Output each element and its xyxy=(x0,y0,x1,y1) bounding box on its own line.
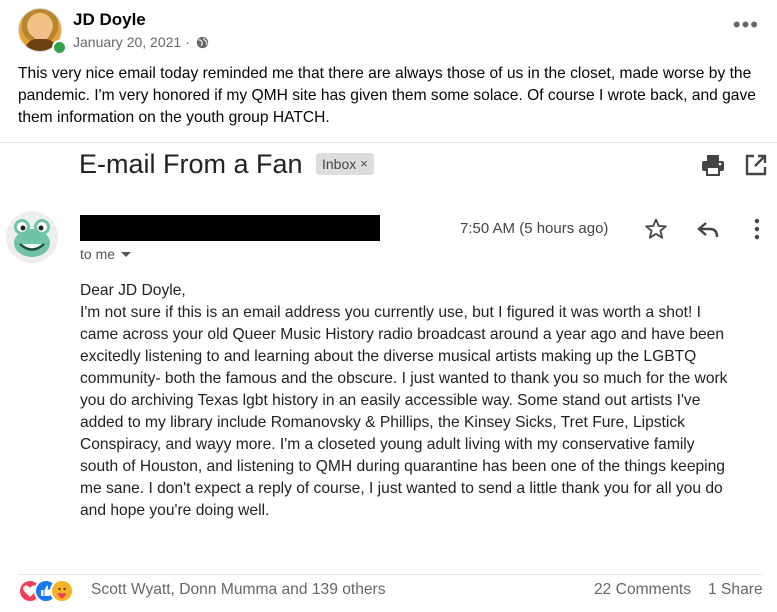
email-body-line: Dear JD Doyle, xyxy=(80,282,186,299)
email-timestamp: 7:50 AM (5 hours ago) xyxy=(460,220,609,237)
email-body-line: added to my library include Romanovsky &… xyxy=(80,414,685,431)
email-body-line: came across your old Queer Music History… xyxy=(80,326,725,343)
post-text: This very nice email today reminded me t… xyxy=(18,65,756,126)
email-body-line: Conspiracy, and wayy more. I'm a closete… xyxy=(80,436,695,453)
email-body: Dear JD Doyle, I'm not sure if this is a… xyxy=(80,280,770,522)
post-header: JD Doyle January 20, 2021 · ••• xyxy=(18,8,763,56)
print-icon[interactable] xyxy=(700,153,726,177)
open-in-new-window-icon[interactable] xyxy=(744,153,768,177)
chevron-down-icon[interactable] xyxy=(121,251,132,257)
more-options-icon[interactable]: ••• xyxy=(733,14,759,36)
frog-avatar-icon xyxy=(6,211,58,263)
redacted-sender-name xyxy=(80,215,380,241)
email-subject: E-mail From a Fan xyxy=(79,149,303,179)
post-date[interactable]: January 20, 2021 xyxy=(73,34,181,50)
meta-separator: · xyxy=(185,34,190,50)
reply-icon[interactable] xyxy=(696,219,720,241)
inbox-chip-label: Inbox xyxy=(322,156,357,172)
reactions-bar: Scott Wyatt, Donn Mumma and 139 others 2… xyxy=(18,574,763,603)
email-screenshot: E-mail From a Fan Inbox × 7:50 AM (5 hou… xyxy=(0,142,777,561)
email-body-line: community- both the famous and the obscu… xyxy=(80,370,728,387)
to-me-label: to me xyxy=(80,246,116,262)
remove-label-icon[interactable]: × xyxy=(360,153,368,175)
more-vertical-icon[interactable] xyxy=(752,217,762,241)
globe-icon[interactable] xyxy=(196,36,209,49)
comments-count[interactable]: 22 Comments xyxy=(594,581,691,599)
email-body-line: and hope you're doing well. xyxy=(80,502,270,519)
email-body-line: you do archiving Texas lgbt history in a… xyxy=(80,392,701,409)
care-reaction-icon xyxy=(50,579,74,603)
shares-count[interactable]: 1 Share xyxy=(708,581,763,599)
inbox-label-chip[interactable]: Inbox × xyxy=(316,153,374,175)
email-body-line: south of Houston, and listening to QMH d… xyxy=(80,458,725,475)
email-body-line: excitedly listening to and learning abou… xyxy=(80,348,697,365)
recipient-details[interactable]: to me xyxy=(80,246,132,262)
author-name[interactable]: JD Doyle xyxy=(73,10,146,30)
post-meta: January 20, 2021 · xyxy=(73,34,209,50)
sender-avatar[interactable] xyxy=(6,211,58,263)
reactors-summary[interactable]: Scott Wyatt, Donn Mumma and 139 others xyxy=(91,581,386,599)
email-body-line: I'm not sure if this is an email address… xyxy=(80,304,701,321)
online-status-icon xyxy=(52,40,67,55)
email-body-line: me sane. I don't expect a reply of cours… xyxy=(80,480,723,497)
reaction-icons[interactable] xyxy=(18,579,88,603)
avatar-face xyxy=(31,17,51,41)
star-icon[interactable] xyxy=(644,217,668,241)
